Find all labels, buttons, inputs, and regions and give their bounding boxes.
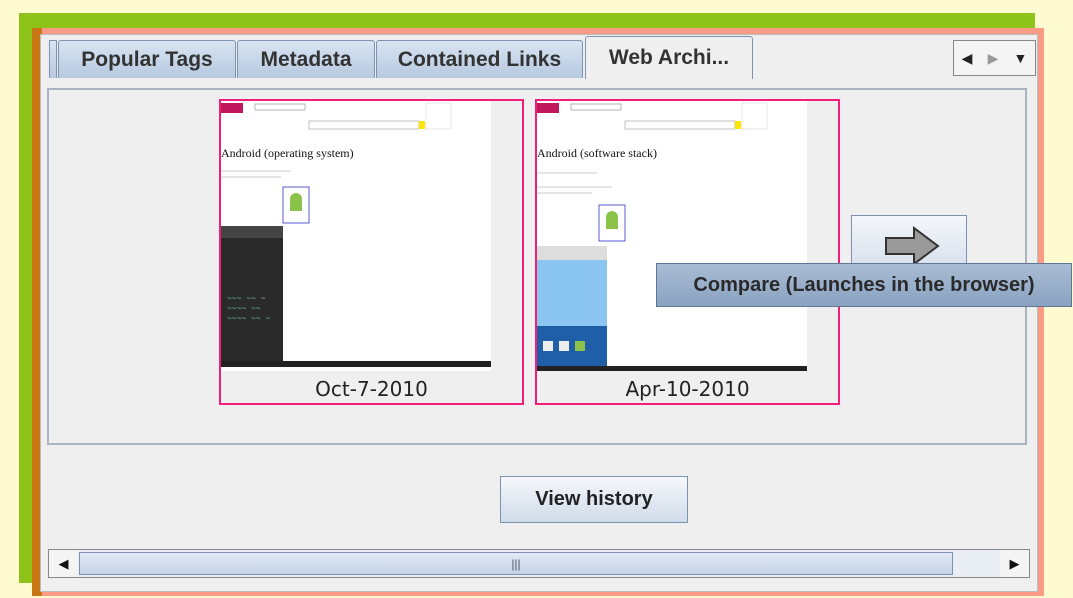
tab-contained-links[interactable]: Contained Links xyxy=(376,40,583,78)
snapshot-card[interactable]: Android (software stack) Apr-10-2010 xyxy=(535,99,840,405)
svg-text:~~~~ ~~ ~: ~~~~ ~~ ~ xyxy=(227,315,270,324)
tab-list-menu-icon[interactable]: ▼ xyxy=(1014,50,1028,66)
snapshot-thumbnail[interactable]: Android (software stack) xyxy=(537,101,807,371)
tab-strip-edge xyxy=(49,40,57,78)
tab-popular-tags[interactable]: Popular Tags xyxy=(58,40,236,78)
snapshot-thumbnail[interactable]: ~~~ ~~ ~ ~~~~ ~~ ~~~~ ~~ ~ Android (operat… xyxy=(221,101,491,371)
tab-metadata[interactable]: Metadata xyxy=(237,40,375,78)
webpage-thumbnail-graphic xyxy=(537,101,807,371)
compare-tooltip: Compare (Launches in the browser) xyxy=(656,263,1072,307)
svg-text:~~~ ~~ ~: ~~~ ~~ ~ xyxy=(227,295,266,304)
tab-navigation: ◀ ▶ ▼ xyxy=(953,40,1036,76)
snapshot-card[interactable]: ~~~ ~~ ~ ~~~~ ~~ ~~~~ ~~ ~ Android (operat… xyxy=(219,99,524,405)
scrollbar-thumb[interactable]: ||| xyxy=(79,552,953,575)
view-history-button[interactable]: View history xyxy=(500,476,688,523)
svg-text:~~~~ ~~: ~~~~ ~~ xyxy=(227,305,261,314)
tab-web-archive[interactable]: Web Archi... xyxy=(585,36,753,79)
scroll-left-icon[interactable]: ◀ xyxy=(49,550,78,577)
snapshot-page-title: Android (operating system) xyxy=(221,146,354,160)
tab-scroll-left-icon[interactable]: ◀ xyxy=(962,50,973,67)
snapshot-date: Oct-7-2010 xyxy=(315,377,428,401)
scroll-right-icon[interactable]: ▶ xyxy=(1000,550,1029,577)
snapshot-page-title: Android (software stack) xyxy=(537,146,657,160)
horizontal-scrollbar[interactable]: ◀ ||| ▶ xyxy=(48,549,1030,578)
webpage-thumbnail-graphic: ~~~ ~~ ~~~~~ ~~~~~~ ~~ ~ xyxy=(221,101,491,371)
tab-scroll-right-icon[interactable]: ▶ xyxy=(988,50,999,67)
snapshot-date: Apr-10-2010 xyxy=(625,377,750,401)
